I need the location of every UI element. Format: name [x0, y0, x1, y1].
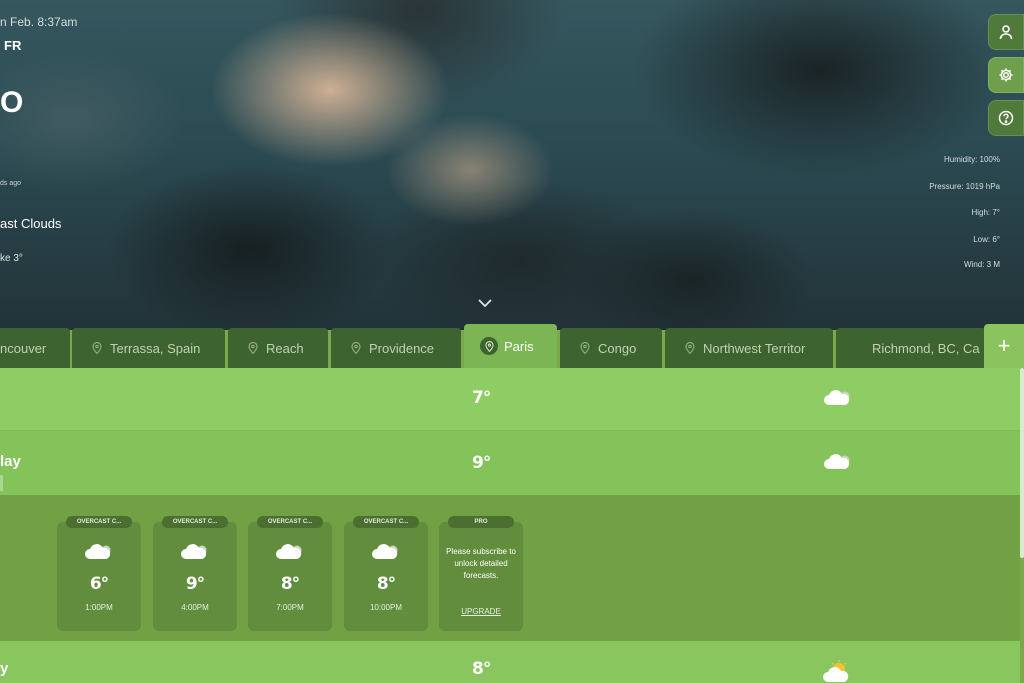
cloud-icon — [276, 544, 302, 559]
help-button[interactable] — [988, 100, 1024, 136]
tab-terrassa[interactable]: Terrassa, Spain — [72, 328, 225, 368]
country-code: FR — [4, 38, 22, 53]
expanded-forecast-row: OVERCAST C... 6° 1:00PM OVERCAST C... 9°… — [0, 495, 1020, 641]
pin-icon — [685, 342, 695, 354]
feels-like: ke 3° — [0, 253, 23, 264]
pin-icon — [351, 342, 361, 354]
hourly-temperature: 9° — [185, 574, 205, 594]
updated-time: ds ago — [0, 180, 22, 187]
hourly-card: OVERCAST C... 8° 10:00PM — [344, 516, 428, 631]
tab-label: Providence — [369, 340, 435, 356]
sun-cloud-icon — [823, 660, 849, 682]
tab-label: ncouver — [0, 340, 47, 356]
hourly-time: 10:00PM — [369, 603, 403, 612]
hourly-card: OVERCAST C... 8° 7:00PM — [248, 516, 332, 631]
chevron-down-icon[interactable] — [477, 297, 493, 309]
pin-icon — [92, 342, 102, 354]
hourly-card: OVERCAST C... 9° 4:00PM — [153, 516, 237, 631]
hourly-temperature: 6° — [89, 574, 109, 594]
cloud-icon — [824, 454, 850, 469]
pin-icon — [480, 337, 498, 355]
low-stat: Low: 6° — [973, 235, 1000, 244]
forecast-row[interactable]: y 8° — [0, 641, 1020, 683]
tab-reach[interactable]: Reach — [228, 328, 328, 368]
gear-icon — [999, 68, 1013, 82]
hourly-temperature: 8° — [280, 574, 300, 594]
tab-providence[interactable]: Providence — [331, 328, 461, 368]
tab-paris[interactable]: Paris — [464, 324, 557, 368]
tab-northwest-territories[interactable]: Northwest Territor — [665, 328, 833, 368]
tab-vancouver[interactable]: ncouver — [0, 328, 70, 368]
pro-badge: PRO — [448, 516, 514, 528]
hourly-temperature: 8° — [376, 574, 396, 594]
forecast-list: 7° lay 9° OVERCAST C... 6° 1:00PM OVERCA… — [0, 368, 1024, 683]
high-stat: High: 7° — [971, 208, 1000, 217]
row-temperature: 9° — [472, 453, 491, 473]
pin-icon — [580, 342, 590, 354]
forecast-row[interactable]: lay 9° — [0, 431, 1020, 495]
tab-label: Richmond, BC, Ca — [872, 340, 980, 356]
user-icon — [999, 25, 1013, 40]
pin-icon — [248, 342, 258, 354]
profile-button[interactable] — [988, 14, 1024, 50]
humidity-stat: Humidity: 100% — [943, 155, 1000, 164]
scrollbar[interactable] — [1020, 368, 1024, 558]
date-time: n Feb. 8:37am — [0, 15, 78, 29]
tab-label: Northwest Territor — [703, 340, 806, 356]
hourly-time: 1:00PM — [85, 603, 113, 612]
row-indicator — [0, 475, 3, 491]
pressure-stat: Pressure: 1019 hPa — [929, 182, 1000, 191]
upgrade-link[interactable]: UPGRADE — [439, 607, 523, 616]
tab-label: Reach — [266, 340, 304, 356]
current-temperature: O — [0, 86, 24, 119]
settings-button[interactable] — [988, 57, 1024, 93]
condition-badge: OVERCAST C... — [162, 516, 228, 528]
condition-badge: OVERCAST C... — [257, 516, 323, 528]
cloud-icon — [824, 390, 850, 405]
tab-label: Terrassa, Spain — [110, 340, 201, 356]
help-icon — [998, 110, 1014, 126]
hourly-card: OVERCAST C... 6° 1:00PM — [57, 516, 141, 631]
current-condition: ast Clouds — [0, 216, 62, 231]
tab-label: Congo — [598, 340, 637, 356]
row-day: lay — [0, 453, 21, 470]
hourly-time: 7:00PM — [276, 603, 304, 612]
tab-richmond[interactable]: Richmond, BC, Ca — [836, 328, 986, 368]
cloud-icon — [85, 544, 111, 559]
condition-badge: OVERCAST C... — [353, 516, 419, 528]
row-temperature: 7° — [472, 388, 491, 408]
row-day: y — [0, 660, 9, 677]
condition-badge: OVERCAST C... — [66, 516, 132, 528]
pro-card: PRO Please subscribe to unlock detailed … — [439, 516, 523, 631]
wind-stat: Wind: 3 M — [963, 260, 1000, 269]
add-location-button[interactable]: + — [984, 324, 1024, 368]
hourly-time: 4:00PM — [181, 603, 209, 612]
weather-hero: n Feb. 8:37am FR O ds ago ast Clouds ke … — [0, 0, 1024, 330]
location-tabs: ncouver Terrassa, Spain Reach Providence… — [0, 324, 1024, 368]
tab-label: Paris — [504, 338, 534, 354]
cloud-icon — [372, 544, 398, 559]
tab-congo[interactable]: Congo — [560, 328, 662, 368]
cloud-icon — [181, 544, 207, 559]
row-temperature: 8° — [472, 659, 491, 679]
forecast-row[interactable]: 7° — [0, 368, 1020, 431]
pro-message: Please subscribe to unlock detailed fore… — [446, 547, 516, 580]
